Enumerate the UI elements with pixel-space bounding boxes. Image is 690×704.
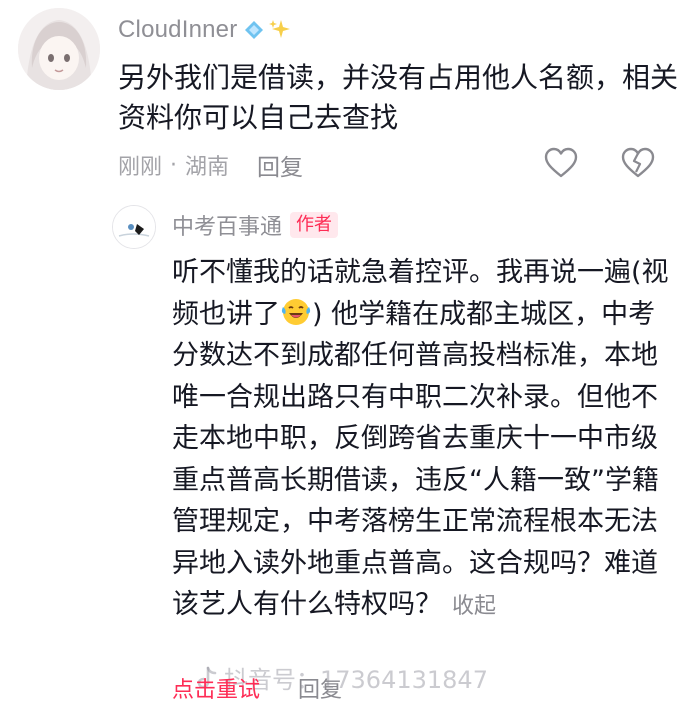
reply-username[interactable]: 中考百事通 <box>172 209 282 241</box>
collapse-button[interactable]: 收起 <box>452 594 496 619</box>
user-badges <box>243 17 293 43</box>
author-tag: 作者 <box>290 212 339 238</box>
heart-icon[interactable] <box>544 147 578 179</box>
reply-reply-button[interactable]: 回复 <box>298 672 342 704</box>
comment-text: 另外我们是借读，并没有占用他人名额，相关资料你可以自己去查找 <box>118 61 679 134</box>
reply-text-part2: ) 他学籍在成都主城区，中考分数达不到成都任何普高投档标准，本地唯一合规出路只有… <box>172 298 659 621</box>
reply-button[interactable]: 回复 <box>257 148 303 182</box>
reply-avatar-image <box>113 206 155 248</box>
comment-username[interactable]: CloudInner <box>118 16 237 44</box>
comment-username-row[interactable]: CloudInner <box>118 16 293 44</box>
comment-time: 刚刚 <box>118 155 163 180</box>
broken-heart-icon[interactable] <box>621 147 655 179</box>
comment-location: 湖南 <box>185 155 230 180</box>
reply-avatar[interactable] <box>112 205 156 249</box>
retry-button[interactable]: 点击重试 <box>172 672 260 704</box>
avatar-image <box>18 8 100 90</box>
reply-text: 听不懂我的话就急着控评。我再说一遍(视频也讲了 ) 他学籍在成都主城区，中考分数… <box>172 252 672 628</box>
diamond-icon <box>245 21 264 39</box>
meta-separator: · <box>170 152 178 178</box>
avatar[interactable] <box>18 8 100 90</box>
reply-username-row[interactable]: 中考百事通 作者 <box>172 209 339 241</box>
laughing-crying-emoji <box>281 298 311 325</box>
sparkles-icon <box>269 20 291 38</box>
comment-meta: 刚刚 · 湖南 回复 <box>118 148 303 182</box>
watermark-text: 抖音号：17364131847 <box>224 666 488 694</box>
